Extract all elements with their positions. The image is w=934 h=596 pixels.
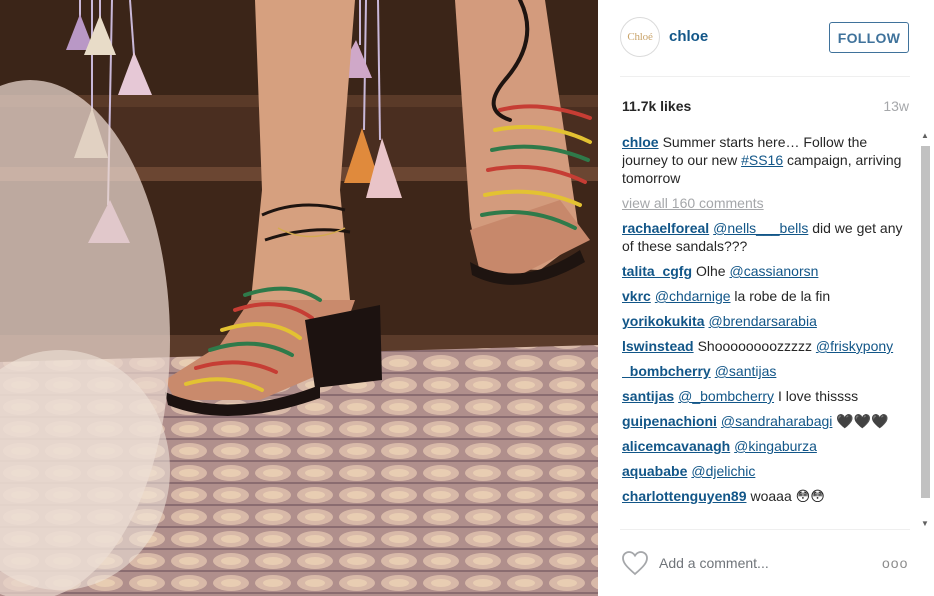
comments-scrollbar[interactable]: ▲ ▼ [918, 130, 932, 528]
scroll-up-arrow-icon[interactable]: ▲ [920, 130, 930, 140]
likes-count[interactable]: 11.7k likes [622, 98, 691, 114]
comment-text: Olhe [696, 263, 726, 279]
comment-item: aquababe @djelichic [622, 462, 908, 480]
comment-username[interactable]: charlottenguyen89 [622, 488, 746, 504]
comment-mention[interactable]: @cassianorsn [729, 263, 818, 279]
comment-mention[interactable]: @djelichic [691, 463, 755, 479]
comment-mention[interactable]: @sandraharabagi [721, 413, 833, 429]
comment-item: alicemcavanagh @kingaburza [622, 437, 908, 455]
avatar-logo-text: Chloé [627, 31, 653, 43]
comment-item: charlottenguyen89 woaaa 😳😳 [622, 487, 908, 505]
heart-icon[interactable] [621, 550, 649, 576]
post-header: Chloé chloe FOLLOW [598, 0, 934, 76]
comment-text: Shoooooooozzzzz [697, 338, 813, 354]
username-link[interactable]: chloe [669, 28, 708, 45]
post-details-panel: Chloé chloe FOLLOW 11.7k likes 13w chloe… [598, 0, 934, 596]
comment-username[interactable]: yorikokukita [622, 313, 704, 329]
sandals-photo-illustration [0, 0, 598, 596]
add-comment-input[interactable] [659, 552, 859, 574]
comment-mention[interactable]: @kingaburza [734, 438, 817, 454]
comment-text: la robe de la fin [734, 288, 831, 304]
comment-username[interactable]: _bombcherry [622, 363, 711, 379]
comment-mention[interactable]: @nells___bells [713, 220, 808, 236]
comments-list[interactable]: chloe Summer starts here… Follow the jour… [622, 133, 908, 527]
comment-mention[interactable]: @friskypony [816, 338, 893, 354]
more-options-icon[interactable]: ooo [882, 555, 908, 571]
comment-mention[interactable]: @brendarsarabia [708, 313, 816, 329]
caption-hashtag[interactable]: #SS16 [741, 152, 783, 168]
comment-text: woaaa 😳😳 [750, 488, 825, 504]
scrollbar-thumb[interactable] [921, 146, 930, 498]
comment-username[interactable]: talita_cgfg [622, 263, 692, 279]
comment-item: santijas @_bombcherry I love thissss [622, 387, 908, 405]
header-divider [620, 76, 910, 77]
comment-item: talita_cgfg Olhe @cassianorsn [622, 262, 908, 280]
comment-username[interactable]: alicemcavanagh [622, 438, 730, 454]
caption: chloe Summer starts here… Follow the jour… [622, 133, 908, 187]
comment-item: rachaelforeal @nells___bells did we get a… [622, 219, 908, 255]
comment-item: yorikokukita @brendarsarabia [622, 312, 908, 330]
caption-username[interactable]: chloe [622, 134, 659, 150]
post-age[interactable]: 13w [883, 98, 909, 114]
comment-username[interactable]: santijas [622, 388, 674, 404]
comment-text: 🖤🖤🖤 [836, 413, 889, 429]
comment-mention[interactable]: @chdarnige [655, 288, 731, 304]
post-photo[interactable] [0, 0, 598, 596]
scroll-down-arrow-icon[interactable]: ▼ [920, 518, 930, 528]
comment-username[interactable]: guipenachioni [622, 413, 717, 429]
comment-item: guipenachioni @sandraharabagi 🖤🖤🖤 [622, 412, 908, 430]
comment-item: _bombcherry @santijas [622, 362, 908, 380]
comment-username[interactable]: rachaelforeal [622, 220, 709, 236]
comment-mention[interactable]: @santijas [715, 363, 777, 379]
comment-text: I love thissss [777, 388, 859, 404]
view-all-comments-link[interactable]: view all 160 comments [622, 194, 908, 212]
comment-username[interactable]: vkrc [622, 288, 651, 304]
comment-mention[interactable]: @_bombcherry [678, 388, 774, 404]
comment-username[interactable]: lswinstead [622, 338, 694, 354]
follow-button[interactable]: FOLLOW [829, 22, 909, 53]
comment-username[interactable]: aquababe [622, 463, 687, 479]
comment-footer: ooo [598, 530, 934, 596]
comment-item: lswinstead Shoooooooozzzzz @friskypony [622, 337, 908, 355]
comment-item: vkrc @chdarnige la robe de la fin [622, 287, 908, 305]
avatar[interactable]: Chloé [620, 17, 660, 57]
